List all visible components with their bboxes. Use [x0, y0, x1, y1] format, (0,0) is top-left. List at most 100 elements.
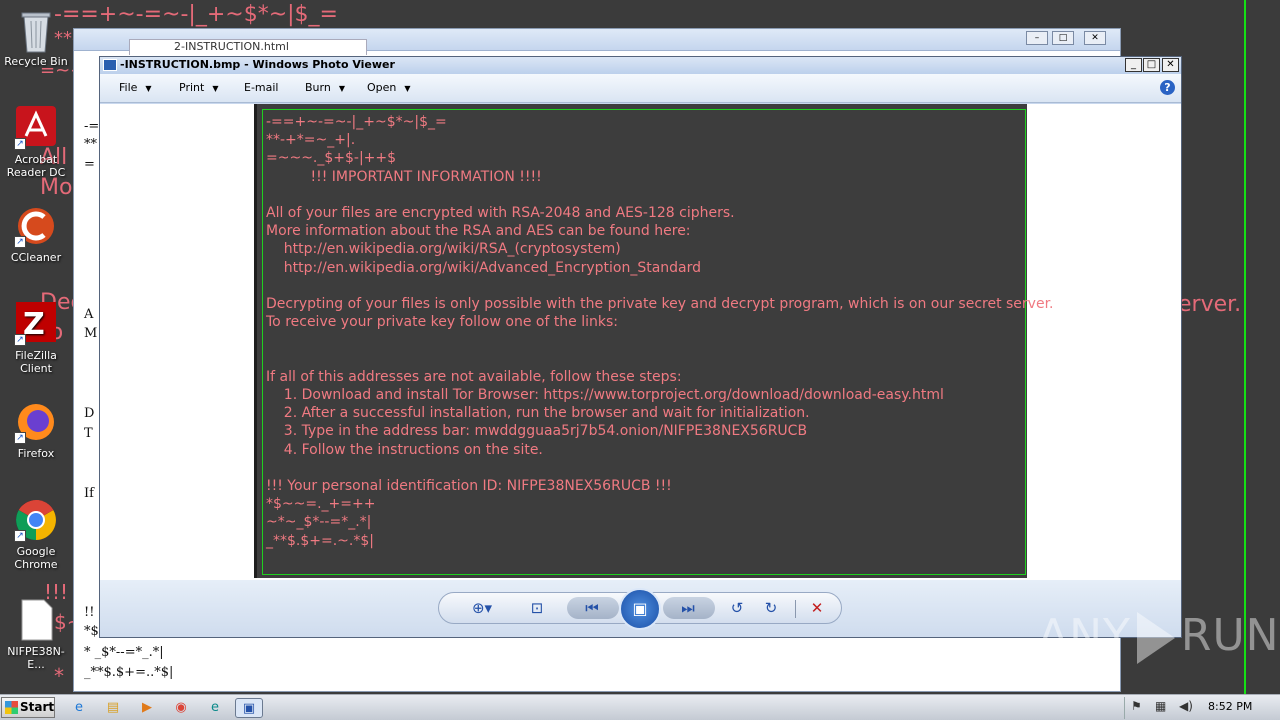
page-text: D — [84, 406, 95, 421]
desktop-icon-label: Google Chrome — [14, 545, 58, 571]
page-text: T — [84, 426, 93, 441]
minimize-button[interactable]: _ — [1125, 58, 1142, 72]
edge-taskbar-icon[interactable]: e — [205, 698, 225, 718]
ie-taskbar-icon[interactable]: e — [69, 698, 89, 718]
menu-file[interactable]: File ▼ — [119, 81, 152, 94]
menu-burn[interactable]: Burn ▼ — [305, 81, 345, 94]
play-logo-icon — [1136, 612, 1175, 664]
shortcut-arrow-icon: ↗ — [14, 138, 26, 150]
rotate-ccw-icon[interactable]: ↺ — [725, 598, 749, 618]
start-button[interactable]: Start — [1, 697, 55, 718]
desktop-icon-file[interactable]: NIFPE38N-E... — [4, 598, 68, 671]
background-window-titlebar: 2-INSTRUCTION.html – □ ✕ — [74, 29, 1120, 55]
acrobat-icon: ↗ — [14, 106, 58, 150]
maximize-button[interactable]: □ — [1143, 58, 1160, 72]
desktop-icon-ccleaner[interactable]: ↗ CCleaner — [4, 204, 68, 264]
photo-viewer-titlebar[interactable]: -INSTRUCTION.bmp - Windows Photo Viewer … — [100, 57, 1181, 74]
note-line: http://en.wikipedia.org/wiki/RSA_(crypto… — [266, 241, 621, 258]
maximize-button[interactable]: □ — [1052, 31, 1074, 45]
note-line: =~~~._$+$-|++$ — [266, 150, 397, 167]
window-title: -INSTRUCTION.bmp - Windows Photo Viewer — [120, 58, 395, 71]
chevron-down-icon: ▼ — [338, 84, 345, 93]
note-line: To receive your private key follow one o… — [266, 314, 619, 331]
note-line: 1. Download and install Tor Browser: htt… — [266, 387, 944, 403]
close-button[interactable]: ✕ — [1084, 31, 1106, 45]
note-line: More information about the RSA and AES c… — [266, 223, 691, 240]
system-tray: ⚑ ▦ ◀) — [1124, 697, 1276, 719]
shortcut-arrow-icon: ↗ — [14, 530, 26, 542]
note-line: 2. After a successful installation, run … — [266, 405, 810, 422]
rotate-cw-icon[interactable]: ↻ — [759, 598, 783, 618]
desktop-icon-acrobat[interactable]: ↗ Acrobat Reader DC — [4, 106, 68, 179]
help-icon[interactable]: ? — [1160, 80, 1175, 95]
note-line: 4. Follow the instructions on the site. — [266, 441, 543, 458]
chevron-down-icon: ▼ — [404, 84, 411, 93]
wallpaper-text: -==+~-=~-|_+~$*~|$_= — [54, 2, 338, 27]
note-line: !!! Your personal identification ID: NIF… — [266, 478, 672, 494]
shortcut-arrow-icon: ↗ — [14, 236, 26, 248]
desktop-icon-label: CCleaner — [10, 251, 62, 264]
desktop-icon-recycle-bin[interactable]: Recycle Bin — [4, 8, 68, 68]
note-line: Decrypting of your files is only possibl… — [266, 296, 1054, 312]
explorer-taskbar-icon[interactable]: ▤ — [103, 698, 123, 718]
note-line: http://en.wikipedia.org/wiki/Advanced_En… — [266, 259, 702, 276]
shortcut-arrow-icon: ↗ — [14, 432, 26, 444]
next-icon[interactable]: ⏭ — [675, 598, 701, 618]
note-line: *$~~=._+=++ — [266, 496, 376, 513]
photo-viewer-taskbar-icon[interactable]: ▣ — [235, 698, 263, 718]
file-icon — [14, 598, 58, 642]
page-text: !! — [84, 605, 95, 620]
windows-logo-icon — [5, 701, 18, 714]
menu-print[interactable]: Print ▼ — [179, 81, 218, 94]
photo-viewer-window[interactable]: -INSTRUCTION.bmp - Windows Photo Viewer … — [99, 56, 1182, 638]
note-line: 3. Type in the address bar: mwddgguaa5rj… — [266, 423, 808, 440]
volume-icon[interactable]: ◀) — [1179, 699, 1193, 713]
wallpaper-text: erver. — [1178, 292, 1242, 317]
minimize-button[interactable]: – — [1026, 31, 1048, 45]
page-text: A — [84, 307, 94, 322]
network-icon[interactable]: ▦ — [1155, 699, 1166, 713]
note-line: **-+*=~_+|. — [266, 132, 356, 149]
nav-controls: ⊕▾ ⊡ ⏮ ▣ ⏭ ↺ ↻ ✕ — [438, 588, 842, 630]
recycle-bin-icon — [14, 8, 58, 53]
background-window-tab[interactable]: 2-INSTRUCTION.html — [129, 39, 367, 55]
page-text: = — [84, 157, 95, 172]
svg-text:Z: Z — [23, 307, 45, 342]
slideshow-icon[interactable]: ▣ — [619, 588, 661, 630]
menu-open[interactable]: Open ▼ — [367, 81, 411, 94]
firefox-icon: ↗ — [14, 400, 58, 444]
chrome-taskbar-icon[interactable]: ◉ — [171, 698, 191, 718]
page-text: If — [84, 486, 94, 501]
page-text: -= — [84, 119, 100, 134]
note-line: All of your files are encrypted with RSA… — [266, 205, 735, 221]
filezilla-icon: Z ↗ — [14, 302, 58, 346]
previous-icon[interactable]: ⏮ — [579, 598, 605, 618]
zoom-icon[interactable]: ⊕▾ — [465, 598, 499, 618]
desktop-icon-label: Recycle Bin — [4, 55, 68, 68]
taskbar: Start e ▤ ▶ ◉ e ▣ ⚑ ▦ ◀) 8:52 PM — [0, 694, 1280, 720]
media-player-taskbar-icon[interactable]: ▶ — [137, 698, 157, 718]
chevron-down-icon: ▼ — [145, 84, 152, 93]
note-line: -==+~-=~-|_+~$*~|$_= — [266, 114, 447, 130]
flag-icon[interactable]: ⚑ — [1131, 699, 1142, 713]
desktop-icon-filezilla[interactable]: Z ↗ FileZilla Client — [4, 302, 68, 375]
close-button[interactable]: ✕ — [1162, 58, 1179, 72]
chrome-icon: ↗ — [14, 498, 58, 542]
ransom-note-image: -==+~-=~-|_+~$*~|$_= **-+*=~_+|. =~~~._$+$… — [254, 104, 1054, 578]
actual-size-icon[interactable]: ⊡ — [525, 598, 549, 618]
note-line: ~*~_$*--=*_.*| — [266, 514, 372, 531]
note-line: If all of this addresses are not availab… — [266, 368, 682, 385]
wallpaper-border-line — [1244, 0, 1246, 700]
note-line: _**$.$+=.~.*$| — [266, 532, 374, 549]
chevron-down-icon: ▼ — [212, 84, 219, 93]
page-text: M — [84, 326, 98, 341]
page-text: *$ — [84, 624, 99, 639]
desktop-icon-firefox[interactable]: ↗ Firefox — [4, 400, 68, 460]
delete-icon[interactable]: ✕ — [805, 598, 829, 618]
anyrun-watermark: ANY RUN — [1038, 610, 1280, 664]
menu-email[interactable]: E-mail — [244, 81, 279, 94]
taskbar-clock[interactable]: 8:52 PM — [1208, 700, 1252, 713]
desktop-icon-label: NIFPE38N-E... — [7, 645, 65, 671]
desktop-icon-chrome[interactable]: ↗ Google Chrome — [4, 498, 68, 571]
ccleaner-icon: ↗ — [14, 204, 58, 248]
